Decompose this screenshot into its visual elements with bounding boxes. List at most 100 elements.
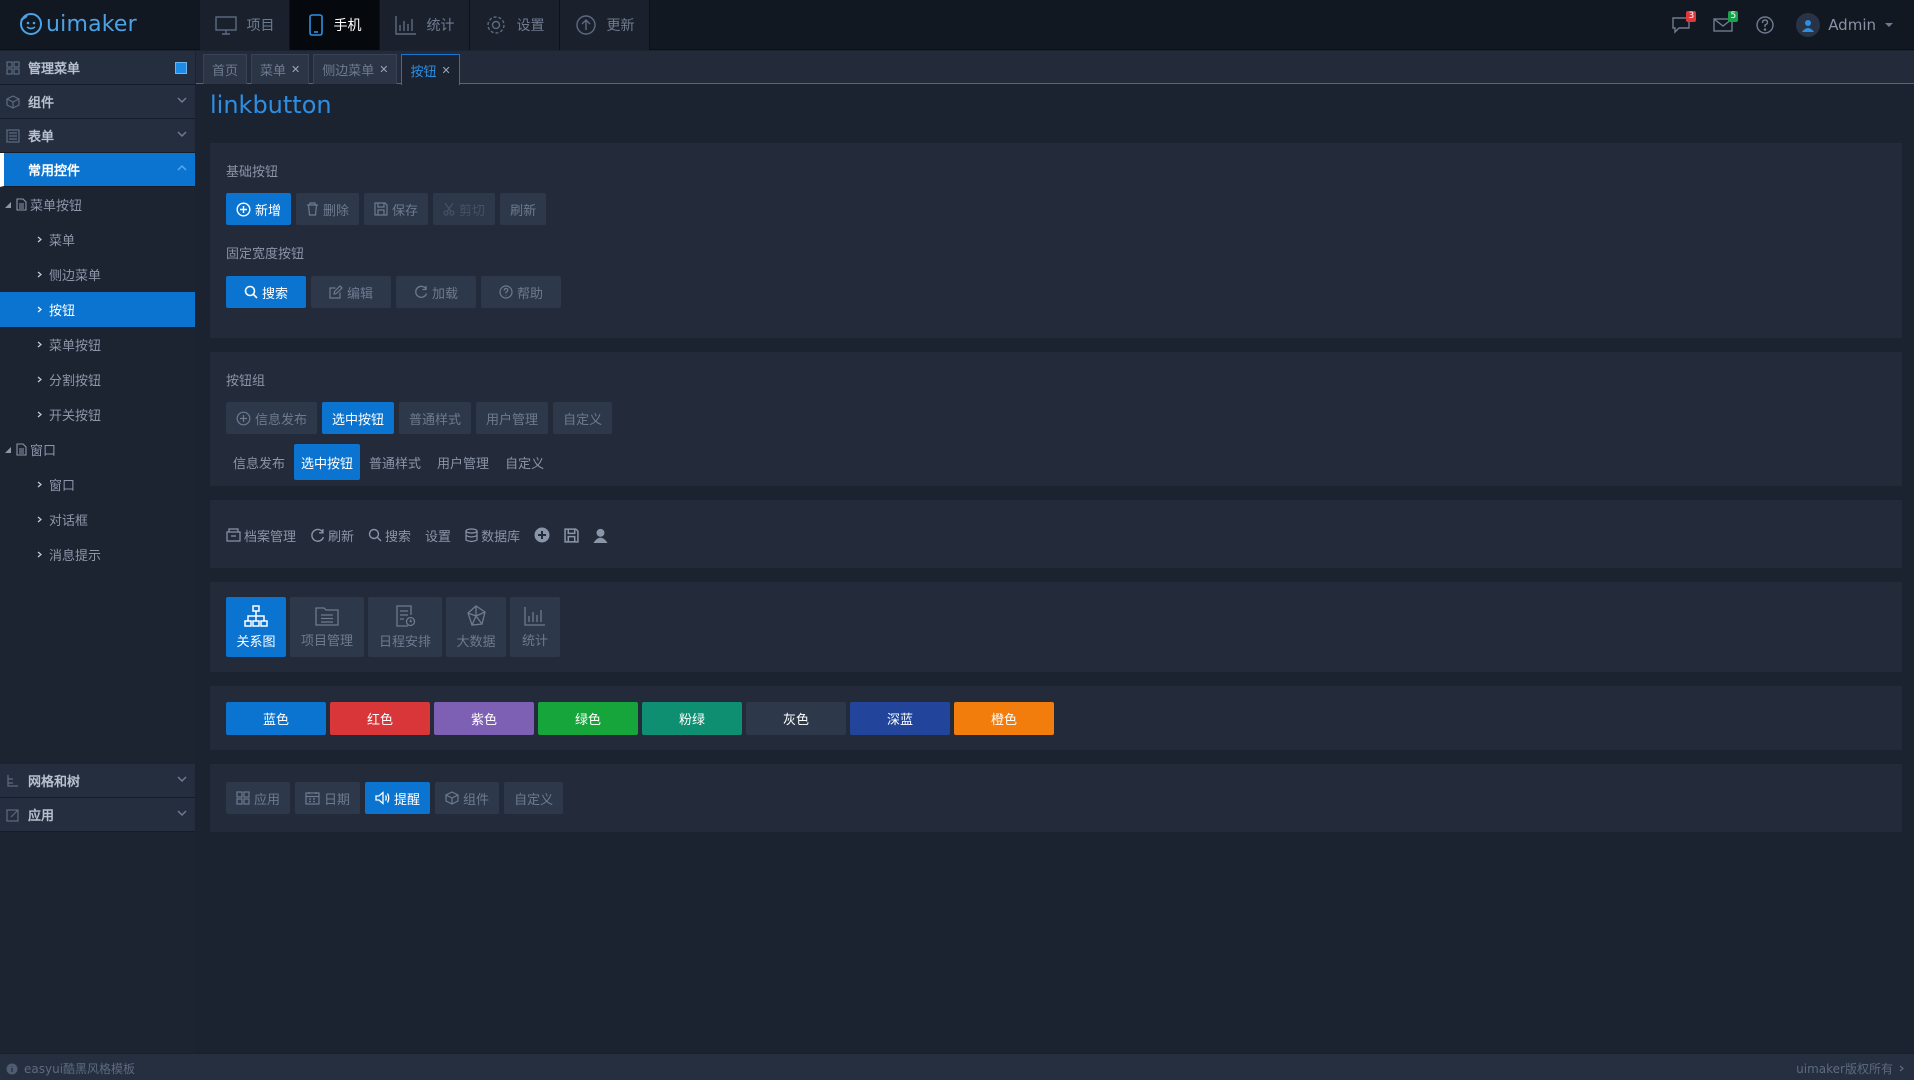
collapse-sidebar-button[interactable]	[175, 62, 187, 74]
apps-button[interactable]: 应用	[226, 782, 291, 814]
close-icon[interactable]: ✕	[379, 63, 388, 76]
tree-item-dialog[interactable]: 对话框	[0, 502, 195, 537]
help-icon	[1755, 15, 1775, 35]
chat-button[interactable]: 3	[1670, 11, 1697, 36]
relation-graph-button[interactable]: 关系图	[226, 597, 286, 657]
blue-button[interactable]: 蓝色	[226, 702, 326, 735]
sidebar-group-grid-tree[interactable]: 网格和树	[0, 764, 195, 798]
schedule-button[interactable]: 日程安排	[368, 597, 442, 657]
mail-button[interactable]: 5	[1712, 11, 1739, 36]
save-button[interactable]: 保存	[364, 193, 429, 225]
help-button[interactable]	[1754, 14, 1776, 36]
teal-button[interactable]: 粉绿	[642, 702, 742, 735]
tree-item-button[interactable]: 按钮	[0, 292, 195, 327]
date-button[interactable]: 日期	[295, 782, 361, 814]
chart-icon	[524, 606, 546, 626]
custom-icon-button[interactable]: 自定义	[504, 782, 564, 814]
red-button[interactable]: 红色	[330, 702, 430, 735]
tree-item-side-menu[interactable]: 侧边菜单	[0, 257, 195, 292]
plain-selected-button[interactable]: 选中按钮	[294, 444, 361, 480]
button-label: 日程安排	[378, 634, 431, 650]
tab-home[interactable]: 首页	[203, 54, 248, 84]
cut-button[interactable]: 剪切	[433, 193, 496, 225]
user-management-button[interactable]: 用户管理	[476, 402, 549, 434]
sidebar-group-common-controls[interactable]: 常用控件	[0, 153, 195, 187]
reminder-button[interactable]: 提醒	[365, 782, 431, 814]
sidebar-group-apps[interactable]: 应用	[0, 798, 195, 832]
refresh-button[interactable]: 刷新	[500, 193, 547, 225]
plain-normal-style-button[interactable]: 普通样式	[362, 444, 428, 480]
footer-right: uimaker版权所有	[1796, 1060, 1904, 1077]
plain-custom-button[interactable]: 自定义	[498, 444, 551, 480]
tree-item-label: 菜单	[49, 234, 76, 249]
sidebar-group-components[interactable]: 组件	[0, 85, 195, 119]
dark-blue-button[interactable]: 深蓝	[850, 702, 950, 735]
topnav-item-phone[interactable]: 手机	[290, 0, 380, 50]
statistics-button[interactable]: 统计	[510, 597, 560, 657]
close-icon[interactable]: ✕	[291, 63, 300, 76]
schedule-icon	[394, 604, 416, 627]
normal-style-button[interactable]: 普通样式	[399, 402, 472, 434]
network-icon	[464, 604, 488, 627]
button-label: 帮助	[516, 286, 543, 302]
chevron-right-icon	[37, 411, 42, 418]
topnav-label: 统计	[426, 18, 455, 34]
orange-button[interactable]: 橙色	[954, 702, 1054, 735]
save-icon	[374, 202, 388, 216]
search-button[interactable]: 搜索	[226, 276, 306, 308]
tree-item-window[interactable]: 窗口	[0, 467, 195, 502]
tree-item-split-button[interactable]: 分割按钮	[0, 362, 195, 397]
topnav-item-settings[interactable]: 设置	[470, 0, 560, 50]
publish-button[interactable]: 信息发布	[226, 402, 318, 434]
toolbar-user-button[interactable]	[593, 528, 608, 543]
tab-menu[interactable]: 菜单 ✕	[251, 54, 310, 84]
delete-button[interactable]: 删除	[296, 193, 360, 225]
logo[interactable]: uimaker	[18, 9, 137, 39]
edit-button[interactable]: 编辑	[311, 276, 391, 308]
tree-item-menu[interactable]: 菜单	[0, 222, 195, 257]
topnav-item-update[interactable]: 更新	[560, 0, 650, 50]
custom-button[interactable]: 自定义	[553, 402, 613, 434]
tab-side-menu[interactable]: 侧边菜单 ✕	[313, 54, 398, 84]
green-button[interactable]: 绿色	[538, 702, 638, 735]
top-bar: uimaker 项目 手机 统计 设置 更新 3 5 Admin	[0, 0, 1914, 50]
tree-folder-window[interactable]: 窗口	[0, 432, 195, 467]
plain-publish-button[interactable]: 信息发布	[226, 444, 292, 480]
toolbar-database-button[interactable]: 数据库	[465, 526, 520, 545]
tree-folder-label: 菜单按钮	[30, 199, 83, 214]
topnav-item-stats[interactable]: 统计	[380, 0, 470, 50]
chevron-right-icon	[37, 306, 42, 313]
purple-button[interactable]: 紫色	[434, 702, 534, 735]
user-menu[interactable]: Admin	[1796, 13, 1894, 37]
tree-item-menu-button[interactable]: 菜单按钮	[0, 327, 195, 362]
load-button[interactable]: 加载	[396, 276, 476, 308]
add-button[interactable]: 新增	[226, 193, 292, 225]
selected-button[interactable]: 选中按钮	[322, 402, 395, 434]
chevron-right-icon	[37, 341, 42, 348]
sidebar-group-forms[interactable]: 表单	[0, 119, 195, 153]
tab-label: 菜单	[260, 64, 287, 79]
help-button-2[interactable]: 帮助	[481, 276, 561, 308]
fixed-width-button-row: 搜索 编辑 加载 帮助	[226, 276, 561, 308]
basic-button-row: 新增 删除 保存 剪切 刷新	[226, 193, 547, 225]
close-icon[interactable]: ✕	[442, 64, 451, 77]
toolbar-search-button[interactable]: 搜索	[368, 526, 411, 545]
archive-button[interactable]: 档案管理	[226, 526, 296, 545]
tab-button[interactable]: 按钮 ✕	[401, 54, 460, 85]
plain-user-management-button[interactable]: 用户管理	[430, 444, 496, 480]
reload-icon	[414, 285, 428, 299]
tree-folder-menu-buttons[interactable]: 菜单按钮	[0, 187, 195, 222]
topnav-item-project[interactable]: 项目	[200, 0, 290, 50]
tree-item-switch-button[interactable]: 开关按钮	[0, 397, 195, 432]
big-data-button[interactable]: 大数据	[446, 597, 506, 657]
mail-badge: 5	[1728, 11, 1739, 22]
project-management-button[interactable]: 项目管理	[290, 597, 364, 657]
gray-button[interactable]: 灰色	[746, 702, 846, 735]
component-button[interactable]: 组件	[435, 782, 500, 814]
toolbar-settings-button[interactable]: 设置	[425, 526, 451, 545]
toolbar-refresh-button[interactable]: 刷新	[310, 526, 354, 545]
tree-item-message[interactable]: 消息提示	[0, 537, 195, 572]
sidebar: 管理菜单 组件 表单 常用控件 菜单按钮 菜单 侧边菜单 按钮 菜单按钮 分割按…	[0, 51, 195, 1053]
toolbar-add-button[interactable]	[534, 527, 550, 543]
toolbar-save-button[interactable]	[564, 527, 579, 543]
